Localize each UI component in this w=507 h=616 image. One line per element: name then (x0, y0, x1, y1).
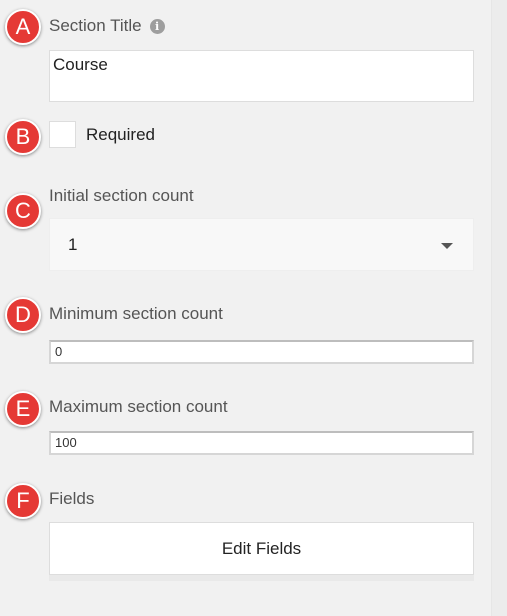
button-shadow (49, 575, 474, 581)
required-checkbox[interactable] (49, 121, 76, 148)
initial-count-value: 1 (68, 235, 78, 254)
fields-label: Fields (49, 489, 95, 508)
panel-edge (491, 0, 507, 616)
section-title-input[interactable]: Course (49, 50, 474, 102)
minimum-count-input[interactable]: 0 (49, 340, 474, 364)
annotation-marker-f: F (5, 483, 41, 519)
minimum-count-label: Minimum section count (49, 304, 223, 323)
required-label: Required (86, 125, 155, 144)
edit-fields-button[interactable]: Edit Fields (49, 522, 474, 575)
maximum-count-label: Maximum section count (49, 397, 228, 416)
annotation-marker-e: E (5, 391, 41, 427)
initial-count-select[interactable]: 1 (49, 218, 474, 271)
annotation-marker-a: A (5, 9, 41, 45)
section-title-label: Section Title i (49, 16, 165, 36)
annotation-marker-b: B (5, 119, 41, 155)
annotation-marker-c: C (5, 193, 41, 229)
maximum-count-input[interactable]: 100 (49, 431, 474, 455)
annotation-marker-d: D (5, 297, 41, 333)
initial-count-label: Initial section count (49, 186, 194, 205)
info-icon[interactable]: i (149, 19, 165, 35)
chevron-down-icon (441, 243, 453, 249)
settings-panel: A Section Title i Course B Required C Ini… (0, 0, 491, 616)
section-title-label-text: Section Title (49, 16, 142, 35)
